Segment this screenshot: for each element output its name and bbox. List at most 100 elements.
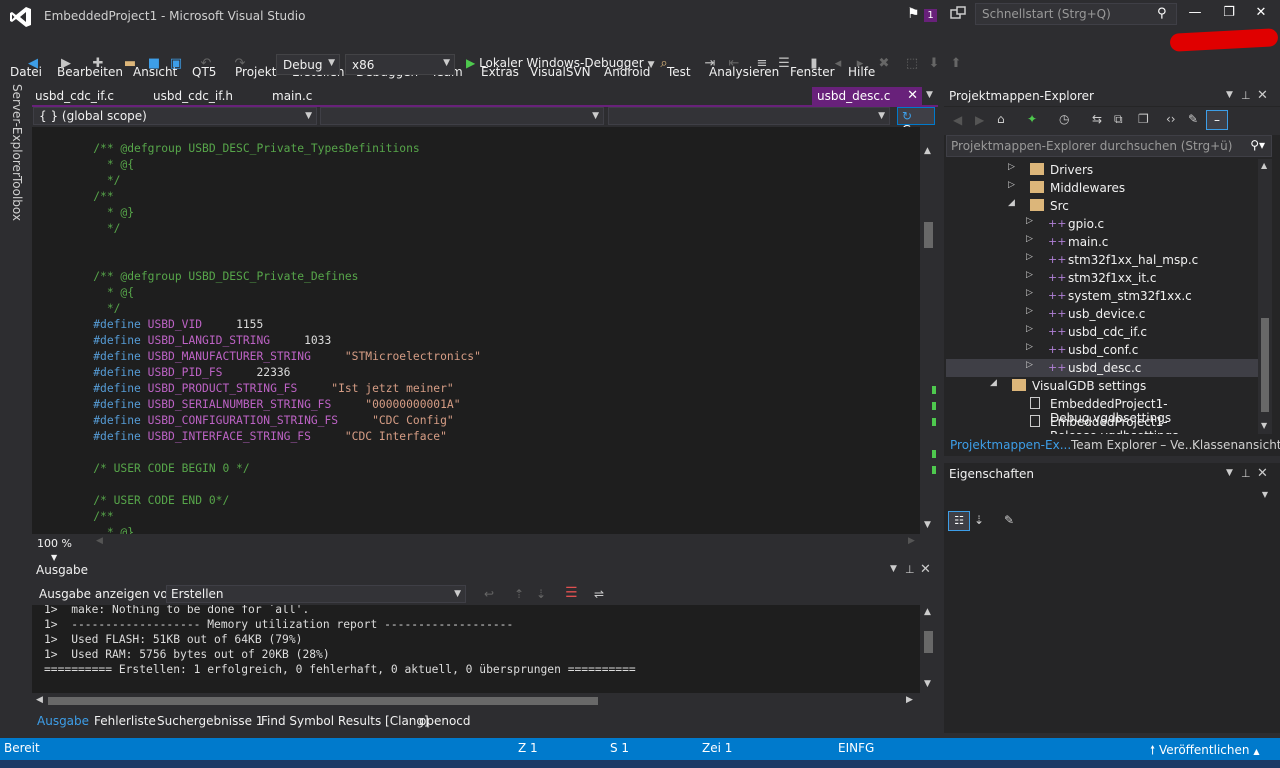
- minimize-button[interactable]: —: [1180, 5, 1210, 25]
- find-in-files-icon[interactable]: ⌕: [656, 56, 672, 72]
- output-source-select[interactable]: Erstellen ▼: [166, 585, 466, 603]
- collapse-all-icon[interactable]: ⧉: [1114, 112, 1123, 127]
- code-line[interactable]: #define USBD_INTERFACE_STRING_FS "CDC In…: [32, 429, 481, 445]
- collapsed-arrow-icon[interactable]: ▷: [1026, 324, 1033, 334]
- svn-icon[interactable]: ⬚: [904, 56, 920, 72]
- tree-item[interactable]: EmbeddedProject1-Debug.vgdbsettings: [946, 395, 1258, 425]
- collapsed-arrow-icon[interactable]: ▷: [1026, 216, 1033, 226]
- tab-usbd-cdc-if-h[interactable]: usbd_cdc_if.h: [149, 88, 237, 106]
- code-line[interactable]: #define USBD_CONFIGURATION_STRING_FS "CD…: [32, 413, 481, 429]
- tree-item[interactable]: ▷ ++ main.c: [946, 233, 1258, 251]
- tab-team-explorer[interactable]: Team Explorer – Ve...: [1071, 438, 1196, 452]
- code-line[interactable]: /**: [32, 509, 481, 525]
- properties-wrench-icon[interactable]: ✎: [1188, 112, 1198, 126]
- pending-changes-icon[interactable]: ✦: [1027, 112, 1037, 126]
- panel-menu-chevron-icon[interactable]: ▼: [1226, 90, 1233, 100]
- clear-all-icon[interactable]: ☰: [565, 585, 578, 601]
- code-line[interactable]: #define USBD_SERIALNUMBER_STRING_FS "000…: [32, 397, 481, 413]
- tree-item[interactable]: ▷ ++ gpio.c: [946, 215, 1258, 233]
- new-project-icon[interactable]: ✚: [90, 56, 106, 72]
- scroll-right-arrow-icon[interactable]: ▶: [906, 695, 913, 705]
- close-window-button[interactable]: ✕: [1246, 5, 1276, 25]
- prev-bookmark-icon[interactable]: ◂: [830, 56, 846, 72]
- panel-menu-chevron-icon[interactable]: ▼: [1226, 468, 1233, 478]
- code-line[interactable]: */: [32, 221, 481, 237]
- code-line[interactable]: #define USBD_LANGID_STRING 1033: [32, 333, 481, 349]
- code-line[interactable]: [32, 237, 481, 253]
- code-line[interactable]: #define USBD_MANUFACTURER_STRING "STMicr…: [32, 349, 481, 365]
- code-line[interactable]: * @}: [32, 205, 481, 221]
- maximize-button[interactable]: ❐: [1214, 5, 1244, 25]
- search-icon[interactable]: ⚲: [1157, 6, 1167, 21]
- search-icon[interactable]: ⚲▾: [1250, 138, 1265, 152]
- code-line[interactable]: /* USER CODE END 0*/: [32, 493, 481, 509]
- step-over-icon[interactable]: ⇤: [726, 56, 742, 72]
- scroll-left-arrow-icon[interactable]: ◀: [96, 536, 103, 546]
- pin-icon[interactable]: ⊥: [905, 563, 915, 576]
- code-line[interactable]: /** @defgroup USBD_DESC_Private_Defines: [32, 269, 481, 285]
- next-message-icon[interactable]: ⇣: [536, 587, 546, 601]
- bookmark-icon[interactable]: ▮: [806, 56, 822, 72]
- svn-update-icon[interactable]: ⬇: [926, 56, 942, 72]
- solution-platform-select[interactable]: x86 ▼: [345, 54, 455, 75]
- code-line[interactable]: [32, 477, 481, 493]
- tree-item[interactable]: ▷ Middlewares: [946, 179, 1258, 197]
- previous-message-icon[interactable]: ⇡: [514, 587, 524, 601]
- tree-item[interactable]: ▷ Drivers: [946, 161, 1258, 179]
- navigate-back-icon[interactable]: ◀: [25, 56, 41, 72]
- tree-item[interactable]: ▷ ++ stm32f1xx_hal_msp.c: [946, 251, 1258, 269]
- forward-icon[interactable]: ▶: [975, 113, 984, 127]
- code-line[interactable]: * @{: [32, 285, 481, 301]
- home-icon[interactable]: ⌂: [997, 112, 1005, 126]
- code-line[interactable]: #define USBD_PRODUCT_STRING_FS "Ist jetz…: [32, 381, 481, 397]
- view-code-icon[interactable]: ‹›: [1166, 112, 1176, 126]
- collapsed-arrow-icon[interactable]: ▷: [1026, 360, 1033, 370]
- output-text-area[interactable]: 1> make: Nothing to be done for `all'. 1>…: [32, 605, 920, 693]
- tab-ausgabe[interactable]: Ausgabe: [37, 714, 89, 728]
- tab-suchergebnisse[interactable]: Suchergebnisse 1: [157, 714, 263, 728]
- close-panel-icon[interactable]: ✕: [1257, 88, 1268, 103]
- code-content[interactable]: /** @defgroup USBD_DESC_Private_TypesDef…: [32, 141, 481, 534]
- start-debugger-button[interactable]: ▶ Lokaler Windows-Debugger ▼: [466, 56, 654, 70]
- code-editor[interactable]: /** @defgroup USBD_DESC_Private_TypesDef…: [32, 127, 920, 534]
- tab-solution-explorer[interactable]: Projektmappen-Ex...: [950, 438, 1071, 452]
- save-all-icon[interactable]: ▣: [168, 56, 184, 72]
- pin-icon[interactable]: ⊥: [1241, 89, 1251, 102]
- scroll-up-arrow-icon[interactable]: ▲: [1261, 161, 1267, 170]
- scroll-down-arrow-icon[interactable]: ▼: [924, 520, 931, 530]
- tree-item[interactable]: ▷ ++ usbd_cdc_if.c: [946, 323, 1258, 341]
- comment-lines-icon[interactable]: ≡: [754, 56, 770, 72]
- notification-count-badge[interactable]: 1: [924, 9, 937, 22]
- tree-item[interactable]: ▷ ++ system_stm32f1xx.c: [946, 287, 1258, 305]
- code-line[interactable]: [32, 445, 481, 461]
- redo-icon[interactable]: ↷: [232, 56, 248, 72]
- solution-explorer-search-input[interactable]: Projektmappen-Explorer durchsuchen (Strg…: [946, 135, 1272, 157]
- collapsed-arrow-icon[interactable]: ▷: [1026, 234, 1033, 244]
- pin-icon[interactable]: ⊥: [1241, 467, 1251, 480]
- output-vertical-scrollbar[interactable]: ▲ ▼: [920, 605, 938, 693]
- code-line[interactable]: */: [32, 301, 481, 317]
- output-hscroll-thumb[interactable]: [48, 697, 598, 705]
- tab-overflow-chevron-icon[interactable]: ▼: [926, 90, 933, 100]
- editor-scroll-thumb[interactable]: [924, 222, 933, 248]
- panel-menu-chevron-icon[interactable]: ▼: [890, 564, 897, 574]
- collapsed-arrow-icon[interactable]: ▷: [1008, 180, 1015, 190]
- editor-horizontal-scrollbar[interactable]: ◀ ▶: [96, 536, 918, 550]
- collapsed-arrow-icon[interactable]: ▷: [1026, 288, 1033, 298]
- tree-item[interactable]: ▷ ++ usbd_conf.c: [946, 341, 1258, 359]
- tree-item[interactable]: EmbeddedProject1-Release.vgdbsettings: [946, 413, 1258, 434]
- tree-item[interactable]: ▷ ++ usbd_desc.c: [946, 359, 1258, 377]
- tab-openocd[interactable]: openocd: [419, 714, 471, 728]
- open-file-icon[interactable]: ▬: [122, 56, 138, 72]
- code-line[interactable]: /**: [32, 189, 481, 205]
- uncomment-lines-icon[interactable]: ☰: [776, 56, 792, 72]
- collapsed-arrow-icon[interactable]: ▷: [1026, 306, 1033, 316]
- collapsed-arrow-icon[interactable]: ▷: [1008, 162, 1015, 172]
- scroll-up-arrow-icon[interactable]: ▲: [924, 607, 931, 617]
- toggle-word-wrap-icon[interactable]: ⇌: [594, 587, 604, 601]
- tab-usbd-cdc-if-c[interactable]: usbd_cdc_if.c: [31, 88, 118, 106]
- collapsed-arrow-icon[interactable]: ▷: [1026, 252, 1033, 262]
- properties-object-select[interactable]: ▼: [946, 486, 1272, 506]
- code-line[interactable]: /* USER CODE BEGIN 0 */: [32, 461, 481, 477]
- alphabetical-sort-icon[interactable]: ⇣: [974, 513, 984, 527]
